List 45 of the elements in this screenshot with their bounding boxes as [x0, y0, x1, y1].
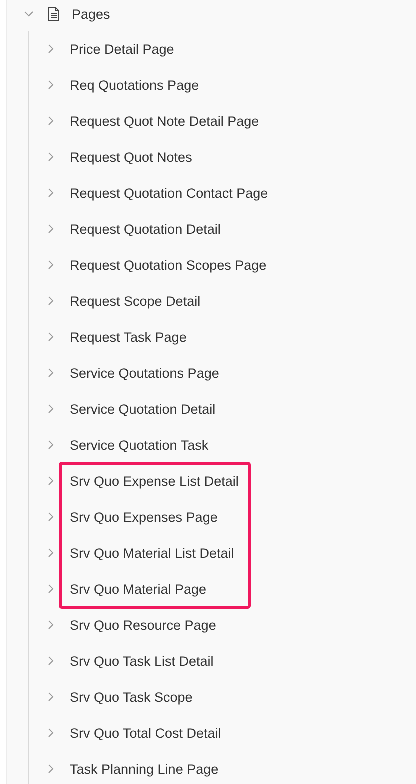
chevron-icon[interactable]: [48, 764, 54, 774]
tree-item-label[interactable]: Request Quotation Scopes Page: [70, 258, 267, 272]
chevron-icon[interactable]: [48, 116, 54, 126]
chevron-icon[interactable]: [48, 368, 54, 378]
chevron-icon[interactable]: [48, 548, 54, 558]
tree-item-label[interactable]: Price Detail Page: [70, 42, 174, 56]
tree-item-label[interactable]: Request Quot Notes: [70, 150, 192, 164]
chevron-icon[interactable]: [48, 260, 54, 270]
chevron-icon[interactable]: [48, 44, 54, 54]
chevron-icon[interactable]: [48, 152, 54, 162]
chevron-icon[interactable]: [24, 11, 34, 17]
tree-item-label[interactable]: Srv Quo Material List Detail: [70, 546, 234, 560]
tree-item-label[interactable]: Request Scope Detail: [70, 294, 201, 308]
tree-item-label[interactable]: Srv Quo Material Page: [70, 582, 207, 596]
tree-item-label[interactable]: Request Quotation Contact Page: [70, 186, 268, 200]
tree-item-label[interactable]: Task Planning Line Page: [70, 762, 219, 776]
tree-item-label[interactable]: Service Quotation Task: [70, 438, 209, 452]
tree-item-label[interactable]: Srv Quo Resource Page: [70, 618, 216, 632]
tree-item-label[interactable]: Srv Quo Expenses Page: [70, 510, 218, 524]
chevron-icon[interactable]: [48, 404, 54, 414]
chevron-icon[interactable]: [48, 224, 54, 234]
chevron-icon[interactable]: [48, 332, 54, 342]
chevron-icon[interactable]: [48, 584, 54, 594]
tree-item-label[interactable]: Req Quotations Page: [70, 78, 200, 92]
chevron-icon[interactable]: [48, 80, 54, 90]
document-icon: [48, 7, 60, 21]
tree-item-label[interactable]: Srv Quo Expense List Detail: [70, 474, 239, 488]
chevron-icon[interactable]: [48, 440, 54, 450]
chevron-icon[interactable]: [48, 692, 54, 702]
chevron-icon[interactable]: [48, 656, 54, 666]
chevron-icon[interactable]: [48, 620, 54, 630]
chevron-icon[interactable]: [48, 512, 54, 522]
chevron-icon[interactable]: [48, 296, 54, 306]
tree-item-label[interactable]: Request Task Page: [70, 330, 187, 344]
tree-item-label[interactable]: Service Quotation Detail: [70, 402, 216, 416]
chevron-icon[interactable]: [48, 188, 54, 198]
tree-item-label[interactable]: Srv Quo Task Scope: [70, 690, 193, 704]
tree-item-label[interactable]: Request Quot Note Detail Page: [70, 114, 260, 128]
tree-item-label[interactable]: Pages: [72, 6, 110, 22]
tree-item-label[interactable]: Request Quotation Detail: [70, 222, 221, 236]
chevron-icon[interactable]: [48, 728, 54, 738]
tree-item-label[interactable]: Srv Quo Task List Detail: [70, 654, 214, 668]
tree-item-label[interactable]: Service Qoutations Page: [70, 366, 220, 380]
tree-item-label[interactable]: Srv Quo Total Cost Detail: [70, 726, 222, 740]
chevron-icon[interactable]: [48, 476, 54, 486]
